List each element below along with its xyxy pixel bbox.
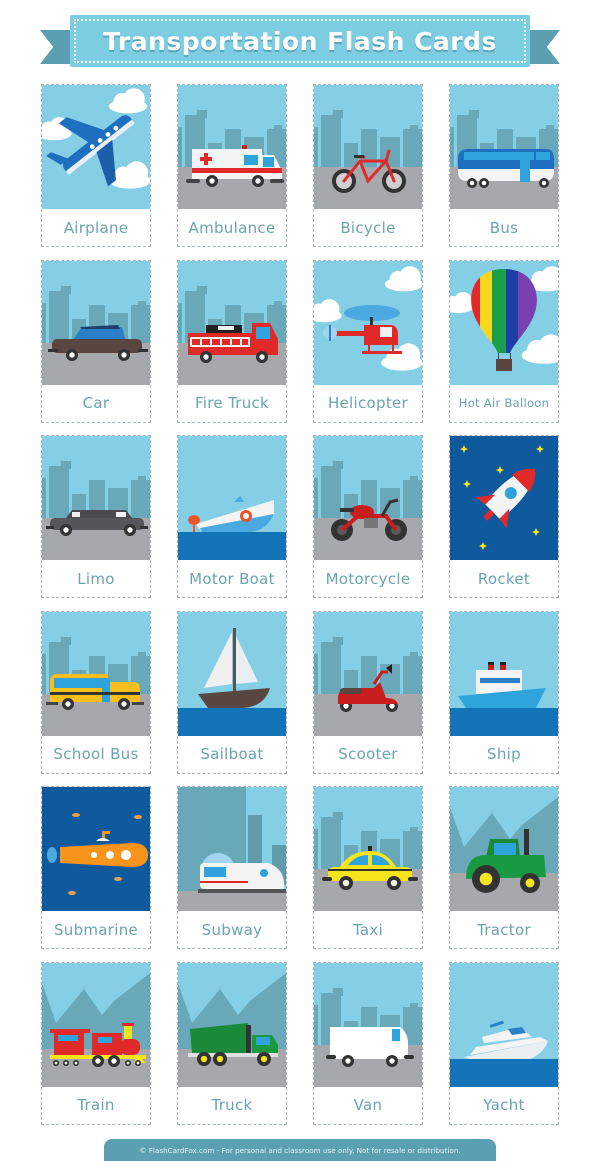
limo-icon — [42, 436, 150, 560]
card-label: Van — [353, 1096, 383, 1114]
footer-text: © FlashCardFox.com - For personal and cl… — [139, 1145, 461, 1155]
ambulance-icon — [178, 85, 286, 209]
flash-card-subway: Subway — [177, 786, 287, 949]
flash-card-truck: Truck — [177, 961, 287, 1125]
banner-face: Transportation Flash Cards — [70, 15, 530, 67]
card-label: Hot Air Balloon — [458, 396, 550, 410]
card-label: Limo — [77, 569, 115, 588]
school-bus-icon — [42, 611, 150, 736]
card-label: Rocket — [477, 569, 531, 588]
flash-card-rocket: Rocket — [449, 435, 559, 598]
card-label: Subway — [201, 920, 263, 939]
sailboat-icon — [178, 611, 286, 736]
card-label: Yacht — [483, 1096, 525, 1114]
flash-card-motor-boat: Motor Boat — [177, 435, 287, 598]
card-label: Tractor — [477, 920, 531, 939]
card-label: School Bus — [53, 745, 139, 763]
card-label: Sailboat — [200, 745, 264, 763]
van-icon — [314, 962, 422, 1087]
train-icon — [42, 962, 150, 1087]
flash-card-helicopter: Helicopter — [313, 259, 423, 423]
subway-icon — [178, 787, 286, 911]
truck-icon — [178, 962, 286, 1087]
flash-card-bicycle: Bicycle — [313, 84, 423, 247]
yacht-icon — [450, 962, 558, 1087]
flash-card-van: Van — [313, 961, 423, 1125]
airplane-icon — [42, 85, 150, 209]
card-label: Helicopter — [327, 394, 409, 412]
hot-air-balloon-icon — [450, 260, 558, 385]
card-label: Taxi — [352, 920, 384, 939]
fire-truck-icon — [178, 260, 286, 385]
flash-card-limo: Limo — [41, 435, 151, 598]
flash-card-ship: Ship — [449, 610, 559, 774]
card-label: Train — [77, 1096, 115, 1114]
flash-card-bus: Bus — [449, 84, 559, 247]
flash-card-scooter: Scooter — [313, 610, 423, 774]
scooter-icon — [314, 611, 422, 736]
card-label: Ship — [487, 745, 521, 763]
flash-card-fire-truck: Fire Truck — [177, 259, 287, 423]
card-label: Scooter — [338, 745, 398, 763]
rocket-icon — [450, 436, 558, 560]
flash-card-submarine: Submarine — [41, 786, 151, 949]
card-label: Submarine — [53, 920, 139, 939]
ship-icon — [450, 611, 558, 736]
flash-card-motorcycle: Motorcycle — [313, 435, 423, 598]
card-label: Ambulance — [188, 218, 276, 237]
card-label: Bus — [489, 218, 519, 237]
taxi-icon — [314, 787, 422, 911]
flash-card-school-bus: School Bus — [41, 610, 151, 774]
bicycle-icon — [314, 85, 422, 209]
card-label: Truck — [211, 1096, 253, 1114]
page-title: Transportation Flash Cards — [103, 26, 497, 56]
tractor-icon — [450, 787, 558, 911]
title-banner: Transportation Flash Cards — [40, 12, 560, 72]
flash-card-tractor: Tractor — [449, 786, 559, 949]
motorcycle-icon — [314, 436, 422, 560]
helicopter-icon — [314, 260, 422, 385]
card-label: Airplane — [63, 218, 129, 237]
flash-card-car: Car — [41, 259, 151, 423]
bus-icon — [450, 85, 558, 209]
submarine-icon — [42, 787, 150, 911]
card-label: Car — [82, 394, 110, 412]
car-icon — [42, 260, 150, 385]
flash-card-ambulance: Ambulance — [177, 84, 287, 247]
flash-card-airplane: Airplane — [41, 84, 151, 247]
flash-card-train: Train — [41, 961, 151, 1125]
flash-card-hot-air-balloon: Hot Air Balloon — [449, 259, 559, 423]
card-label: Motor Boat — [189, 569, 275, 588]
flash-card-taxi: Taxi — [313, 786, 423, 949]
motor-boat-icon — [178, 436, 286, 560]
flash-card-yacht: Yacht — [449, 961, 559, 1125]
footer-copyright: © FlashCardFox.com - For personal and cl… — [104, 1139, 496, 1161]
card-label: Bicycle — [340, 218, 396, 237]
card-label: Fire Truck — [194, 394, 270, 412]
card-label: Motorcycle — [325, 569, 411, 588]
flash-card-sailboat: Sailboat — [177, 610, 287, 774]
